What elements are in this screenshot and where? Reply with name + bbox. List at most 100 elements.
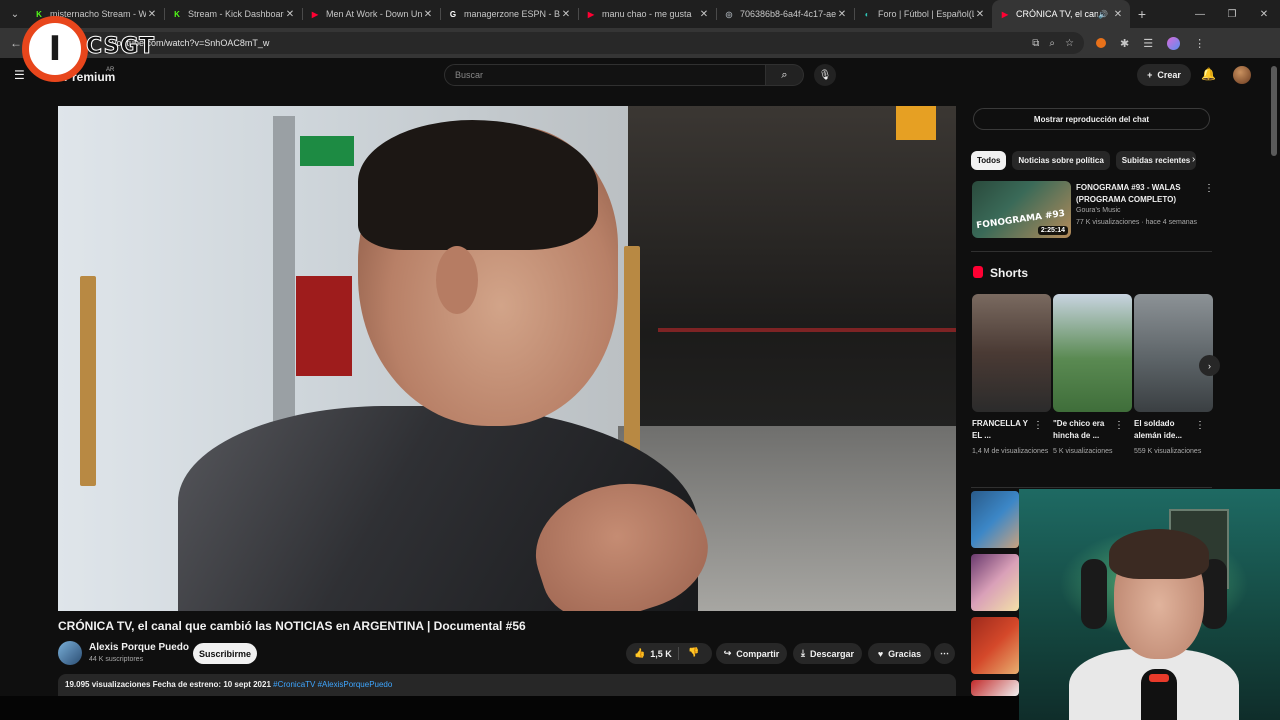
short-views: 5 K visualizaciones [1053,448,1113,455]
filter-chip[interactable]: Noticias sobre política [1012,151,1110,170]
window-controls: — ❐ ✕ [1184,9,1280,20]
search-button[interactable]: ⌕ [766,64,804,86]
kebab-menu-icon[interactable]: ⋮ [1195,420,1205,431]
filter-chip[interactable]: Subidas recientes [1115,151,1197,170]
video-frame-fire-box [296,276,352,376]
tab-title: Men At Work - Down Und [326,9,422,19]
tab-close-icon[interactable]: ✕ [560,9,572,20]
short-card[interactable]: "De chico era hincha de ... 5 K visualiza… [1053,294,1132,457]
short-thumbnail[interactable] [1134,294,1213,412]
video-frame-red-line [658,328,956,332]
short-title[interactable]: FRANCELLA Y EL ... [972,418,1038,442]
filter-chip[interactable]: Todos [971,151,1007,170]
page-scrollbar[interactable] [1271,66,1277,156]
omnibox-actions: ⧉ ⌕ ☆ [1032,38,1084,49]
video-player[interactable] [58,106,956,611]
kebab-menu-icon[interactable]: ⋮ [1033,420,1043,431]
video-frame-post [624,246,640,466]
browser-tab[interactable]: ▶ CRÓNICA TV, el canal 🔊 ✕ [992,0,1130,28]
chevron-right-icon[interactable]: › [1192,154,1195,165]
shorts-next-arrow-icon[interactable]: › [1199,355,1220,376]
more-dots-icon: ⋯ [940,648,949,658]
recommended-thumbnail[interactable] [971,491,1019,548]
subscribe-button[interactable]: Suscribirme [193,643,257,664]
bookmark-star-icon[interactable]: ☆ [1065,38,1074,49]
short-thumbnail[interactable] [1053,294,1132,412]
channel-name[interactable]: Alexis Porque Puedo [89,642,189,653]
thumbs-down-icon[interactable]: 👎 [688,647,699,658]
recommended-thumbnail[interactable] [971,617,1019,674]
short-title[interactable]: "De chico era hincha de ... [1053,418,1119,442]
tab-title: 706386b8-6a4f-4c17-aef [740,9,836,19]
kebab-menu-icon[interactable]: ⋮ [1204,183,1214,194]
tab-close-icon[interactable]: ✕ [1112,9,1124,20]
install-app-icon[interactable]: ⧉ [1032,38,1039,49]
subscriber-count: 44 K suscriptores [89,656,144,663]
notifications-bell-icon[interactable]: 🔔 [1201,67,1216,81]
section-divider [971,251,1212,252]
reading-list-icon[interactable]: ☰ [1143,37,1153,50]
short-thumbnail[interactable] [972,294,1051,412]
show-chat-replay-button[interactable]: Mostrar reproducción del chat [973,108,1210,130]
tab-strip: Kmisternacho Stream - Wa ✕ K Stream - Kick … [26,0,1130,28]
browser-tab[interactable]: ▶ Men At Work - Down Und ✕ [302,0,440,28]
browser-tab[interactable]: K Stream - Kick Dashboard ✕ [164,0,302,28]
browser-tab[interactable]: ◐ Foro | Fútbol | Español(La ✕ [854,0,992,28]
recommended-title[interactable]: FONOGRAMA #93 - WALAS (PROGRAMA COMPLETO… [1076,182,1198,206]
tab-close-icon[interactable]: ✕ [284,9,296,20]
close-window-icon[interactable]: ✕ [1248,9,1280,20]
tab-close-icon[interactable]: ✕ [974,9,986,20]
browser-profile-avatar[interactable] [1167,36,1181,50]
filter-chips: Todos Noticias sobre política Subidas reci… [971,151,1211,171]
logo-text: CSGT [85,34,156,60]
zoom-icon[interactable]: ⌕ [1049,38,1055,49]
tab-close-icon[interactable]: ✕ [422,9,434,20]
view-count: 19.095 visualizaciones [65,680,151,689]
browser-tab[interactable]: Gmanagerzone ESPN - Busc✕ [440,0,578,28]
more-actions-button[interactable]: ⋯ [934,643,955,664]
tab-close-icon[interactable]: ✕ [836,9,848,20]
browser-tab[interactable]: ▶ manu chao - me gusta ✕ [578,0,716,28]
short-views: 1,4 M de visualizaciones [972,448,1049,455]
video-frame-ear [436,246,478,314]
tab-audio-icon[interactable]: 🔊 [1098,10,1108,19]
restore-icon[interactable]: ❐ [1216,9,1248,20]
extension-orange-icon[interactable] [1096,38,1106,48]
minimize-icon[interactable]: — [1184,9,1216,20]
browser-toolbar: ← youtube.com/watch?v=SnhOAC8mT_w ⧉ ⌕ ☆ … [0,28,1280,58]
hashtags[interactable]: #CronicaTV #AlexisPorquePuedo [273,680,392,689]
account-avatar[interactable] [1233,66,1251,84]
recommended-meta: 77 K visualizaciones · hace 4 semanas [1076,219,1198,226]
short-card[interactable]: FRANCELLA Y EL ... 1,4 M de visualizacion… [972,294,1051,457]
like-button[interactable]: 👍 1,5 K 👎 [626,643,712,664]
tab-close-icon[interactable]: ✕ [698,9,710,20]
short-card[interactable]: El soldado alemán ide... 559 K visualizac… [1134,294,1213,457]
thanks-button[interactable]: ♥ Gracias [868,643,931,664]
recommended-thumbnail[interactable]: FONOGRAMA #93 2:25:14 [972,181,1071,238]
tab-favicon-icon: ▶ [587,9,595,19]
download-button[interactable]: ⤓ Descargar [793,643,862,664]
share-button[interactable]: ↪ Compartir [716,643,787,664]
voice-search-button[interactable]: 🎙 [814,64,836,86]
logo-glyph: I [48,29,62,69]
microphone-icon: 🎙 [818,69,832,81]
short-title[interactable]: El soldado alemán ide... [1134,418,1200,442]
address-bar[interactable]: youtube.com/watch?v=SnhOAC8mT_w ⧉ ⌕ ☆ [64,32,1084,54]
like-divider [678,647,679,660]
kebab-menu-icon[interactable]: ⋮ [1114,420,1124,431]
create-button[interactable]: + Crear [1137,64,1191,86]
recommended-thumbnail[interactable] [971,554,1019,611]
stream-logo-overlay: I CSGT [22,16,156,84]
extensions-puzzle-icon[interactable]: ✱ [1120,37,1129,50]
microphone-red-band [1149,674,1169,682]
new-tab-icon[interactable]: + [1130,6,1154,22]
thanks-label: Gracias [888,648,922,659]
video-frame-hair [358,120,598,250]
search-input[interactable] [444,64,766,86]
recommended-channel[interactable]: Goura's Music [1076,207,1121,214]
browser-menu-icon[interactable]: ⋮ [1194,37,1205,50]
browser-tab[interactable]: ◎ 706386b8-6a4f-4c17-aef ✕ [716,0,854,28]
channel-avatar[interactable] [58,641,82,665]
recommended-thumbnail[interactable] [971,680,1019,696]
video-duration: 2:25:14 [1037,226,1068,235]
